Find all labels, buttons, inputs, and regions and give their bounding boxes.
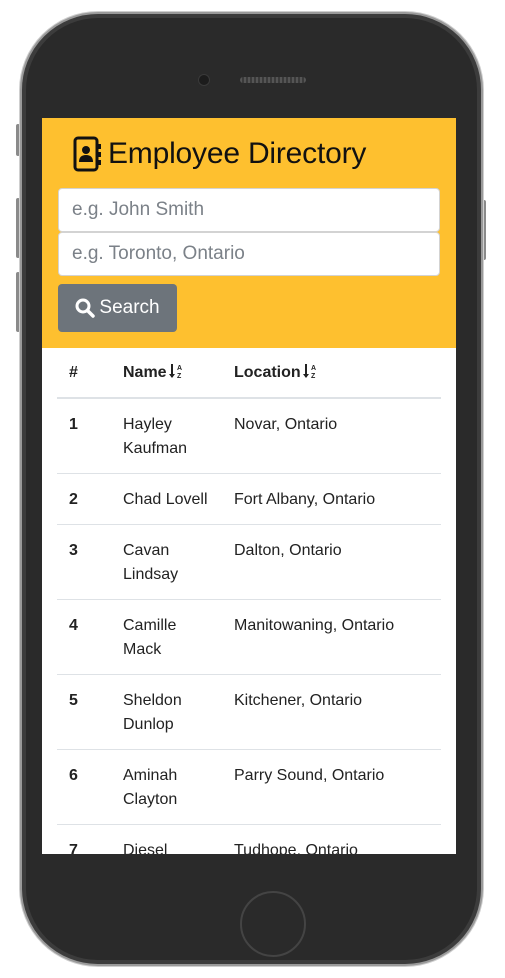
row-name: Hayley Kaufman xyxy=(123,416,188,457)
title-row: Employee Directory xyxy=(72,136,366,172)
row-num: 5 xyxy=(57,674,111,750)
row-name: Aminah Clayton xyxy=(111,749,222,825)
row-num: 7 xyxy=(57,824,111,854)
row-location: Parry Sound, Ontario xyxy=(222,749,441,825)
row-name: Camille Mack xyxy=(111,599,222,675)
table-row: 2 Chad Lovell Fort Albany, Ontario xyxy=(57,473,441,525)
column-header-num: # xyxy=(57,348,111,399)
row-num: 3 xyxy=(57,524,111,600)
svg-text:A: A xyxy=(311,365,316,372)
column-header-name[interactable]: Name A Z xyxy=(111,348,222,399)
earpiece-speaker xyxy=(240,77,306,83)
app-header: Employee Directory Search xyxy=(42,118,456,348)
row-num: 4 xyxy=(57,599,111,675)
svg-text:A: A xyxy=(177,365,182,372)
table-row: 7 Diesel Tudhope, Ontario xyxy=(57,824,441,854)
search-icon xyxy=(75,298,96,318)
svg-text:Z: Z xyxy=(311,373,316,379)
row-num: 1 xyxy=(69,416,78,433)
location-search-input[interactable] xyxy=(58,232,440,276)
table-header-row: # Name A Z Location A Z xyxy=(57,348,441,399)
contact-book-icon xyxy=(73,136,101,172)
sort-alpha-icon[interactable]: A Z xyxy=(302,363,319,379)
svg-text:Z: Z xyxy=(177,373,182,379)
employee-table-container: # Name A Z Location A Z 1 Hayley Kaufman… xyxy=(42,348,456,854)
row-name: Diesel xyxy=(111,824,222,854)
name-search-input[interactable] xyxy=(58,188,440,232)
row-location: Novar, Ontario xyxy=(234,416,338,433)
column-header-num-label: # xyxy=(69,363,78,381)
row-location: Fort Albany, Ontario xyxy=(222,473,441,525)
column-header-location[interactable]: Location A Z xyxy=(222,348,441,399)
row-name: Sheldon Dunlop xyxy=(111,674,222,750)
row-location: Manitowaning, Ontario xyxy=(222,599,441,675)
row-name: Cavan Lindsay xyxy=(111,524,222,600)
sort-alpha-icon[interactable]: A Z xyxy=(168,363,185,379)
table-row: 5 Sheldon Dunlop Kitchener, Ontario xyxy=(57,674,441,750)
row-num: 6 xyxy=(57,749,111,825)
table-row: 6 Aminah Clayton Parry Sound, Ontario xyxy=(57,749,441,825)
employee-table: # Name A Z Location A Z 1 Hayley Kaufman… xyxy=(57,348,441,854)
row-num: 2 xyxy=(57,473,111,525)
column-header-name-label: Name xyxy=(123,364,167,381)
row-name: Chad Lovell xyxy=(111,473,222,525)
home-button[interactable] xyxy=(240,891,306,957)
front-camera xyxy=(198,74,210,86)
app-screen: Employee Directory Search # Name xyxy=(42,118,456,854)
table-row: 4 Camille Mack Manitowaning, Ontario xyxy=(57,599,441,675)
row-location: Kitchener, Ontario xyxy=(222,674,441,750)
table-row: 3 Cavan Lindsay Dalton, Ontario xyxy=(57,524,441,600)
search-button[interactable]: Search xyxy=(58,284,177,332)
page-title: Employee Directory xyxy=(108,137,367,170)
table-row: 1 Hayley Kaufman Novar, Ontario xyxy=(57,398,441,474)
search-button-label: Search xyxy=(99,297,160,318)
row-location: Tudhope, Ontario xyxy=(222,824,441,854)
column-header-location-label: Location xyxy=(234,364,301,381)
row-location: Dalton, Ontario xyxy=(222,524,441,600)
